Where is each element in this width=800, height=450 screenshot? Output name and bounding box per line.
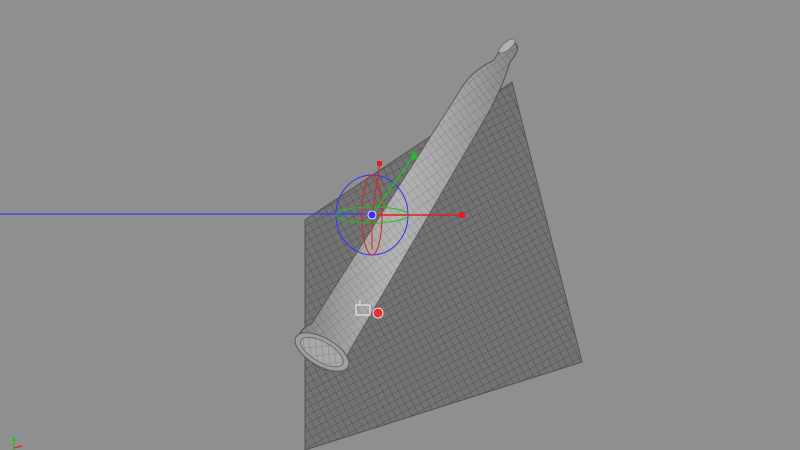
gizmo-center[interactable] [367,210,377,220]
viewport-canvas[interactable] [0,0,800,450]
world-axis-icon [12,436,23,450]
3d-viewport[interactable] [0,0,800,450]
